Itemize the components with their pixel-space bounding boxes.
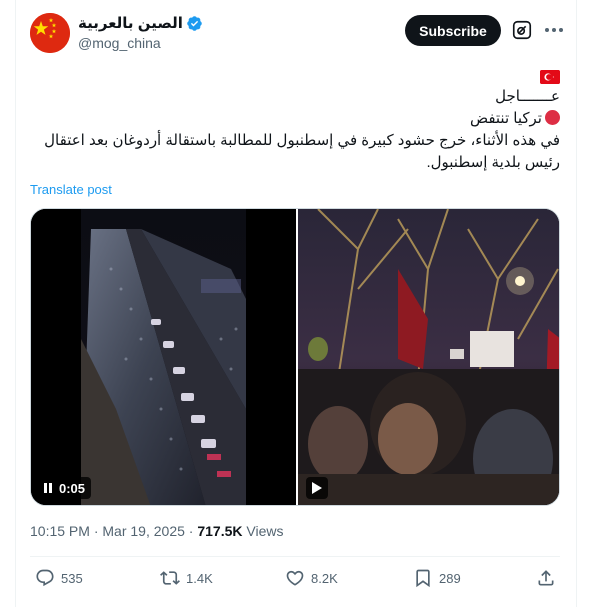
subscribe-button[interactable]: Subscribe [405, 15, 501, 46]
headline-text: تركيا تنتفض [469, 110, 542, 127]
meta-separator: · [89, 523, 103, 539]
author-handle[interactable]: @mog_china [78, 35, 203, 51]
repost-button[interactable]: 1.4K [160, 566, 213, 590]
tweet-text: عـــــــاجل تركيا تنتفض في هذه الأثناء، … [30, 66, 560, 174]
tweet-header: الصين بالعربية @mog_china Subscribe [30, 13, 570, 57]
views-label: Views [242, 523, 284, 539]
crowd-street-aerial-image [31, 209, 296, 505]
verified-badge-icon[interactable] [186, 15, 203, 32]
translate-post-link[interactable]: Translate post [30, 182, 112, 197]
author-block: الصين بالعربية @mog_china [78, 14, 203, 51]
media-grid: 0:05 [30, 208, 560, 506]
views-count: 717.5K [197, 523, 243, 539]
bookmark-icon [416, 569, 430, 588]
red-circle-icon [545, 110, 560, 125]
like-count: 8.2K [311, 570, 338, 586]
protest-crowd-image [298, 209, 559, 505]
pause-icon[interactable] [43, 483, 53, 493]
reply-icon [36, 569, 54, 587]
like-button[interactable]: 8.2K [285, 566, 338, 590]
turkey-flag-icon [540, 70, 560, 85]
author-display-name[interactable]: الصين بالعربية [78, 14, 183, 32]
bookmark-button[interactable]: 289 [413, 566, 461, 590]
tweet-time[interactable]: 10:15 PM [30, 523, 90, 539]
divider [30, 556, 560, 557]
tweet-date[interactable]: Mar 19, 2025 [102, 523, 185, 539]
repost-count: 1.4K [186, 570, 213, 586]
share-icon [538, 570, 554, 586]
headline-line: تركيا تنتفض [30, 108, 560, 130]
body-text: في هذه الأثناء، خرج حشود كبيرة في إسطنبو… [44, 132, 560, 171]
tweet-meta: 10:15 PM · Mar 19, 2025 · 717.5K Views [30, 523, 283, 539]
reply-count: 535 [61, 570, 83, 586]
like-icon [286, 570, 304, 586]
bookmark-count: 289 [439, 570, 461, 586]
play-icon[interactable] [306, 477, 328, 499]
repost-icon [160, 571, 180, 585]
video-duration-badge: 0:05 [37, 477, 92, 499]
meta-separator-2: · [184, 523, 198, 539]
breaking-label: عـــــــاجل [495, 88, 560, 105]
avatar[interactable] [30, 13, 70, 53]
more-icon[interactable] [542, 21, 566, 39]
reply-button[interactable]: 535 [35, 566, 83, 590]
china-flag-icon [30, 13, 70, 53]
share-button[interactable] [536, 566, 556, 590]
video-duration-text: 0:05 [59, 480, 86, 496]
action-bar: 535 1.4K 8.2K 289 [30, 566, 560, 590]
turkey-flag-line [30, 66, 560, 86]
grok-icon[interactable] [508, 16, 536, 44]
video-right[interactable] [298, 209, 559, 505]
video-left[interactable]: 0:05 [31, 209, 296, 505]
